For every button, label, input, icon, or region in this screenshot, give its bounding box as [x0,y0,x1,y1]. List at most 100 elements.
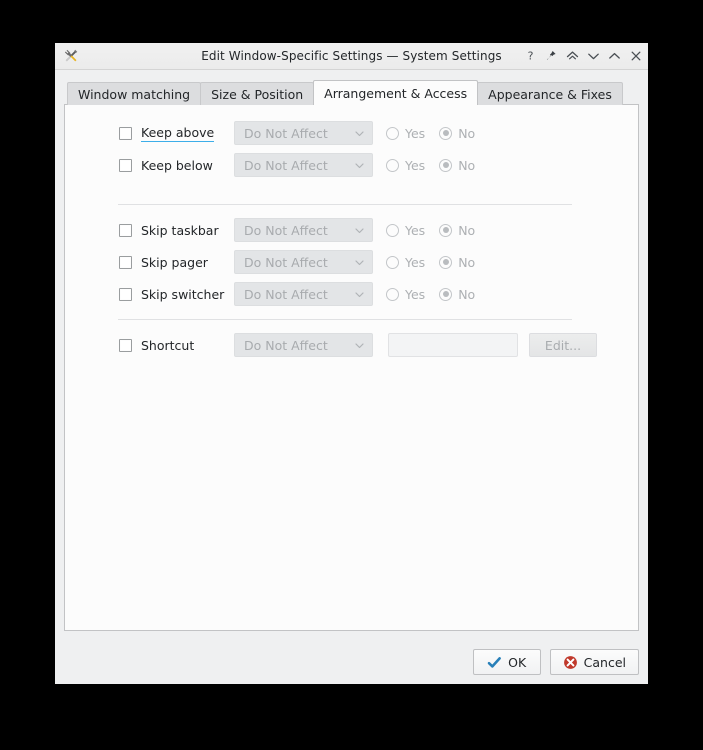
svg-text:?: ? [528,50,534,62]
label-keep-above: Keep above [141,124,215,142]
help-button[interactable]: ? [524,48,537,64]
radio-no-keep-below[interactable] [439,158,453,172]
tab-window-matching[interactable]: Window matching [67,82,202,105]
radio-no-keep-above[interactable] [439,126,453,140]
combo-value-skip-switcher: Do Not Affect [244,286,328,302]
radio-yes-skip-pager[interactable] [386,255,399,269]
chevron-down-icon [354,289,365,300]
titlebar-buttons: ? [524,48,642,64]
radio-label-yes: Yes [405,254,426,270]
radio-label-no: No [458,157,476,173]
label-keep-below: Keep below [141,157,213,173]
radio-item-yes-skip-taskbar[interactable]: Yes [386,223,425,238]
checkbox-shortcut[interactable] [119,338,132,352]
chevron-down-icon [354,160,365,171]
ok-button-label: OK [508,654,527,670]
radio-group-keep-above: Yes No [386,126,475,141]
tools-icon [62,47,80,65]
chevron-down-icon [354,225,365,236]
combo-skip-pager[interactable]: Do Not Affect [234,250,373,274]
label-skip-taskbar: Skip taskbar [141,222,219,238]
settings-form: Keep above Do Not Affect Yes No Keep bel… [65,105,638,361]
titlebar: Edit Window-Specific Settings — System S… [55,43,648,70]
combo-value-keep-above: Do Not Affect [244,125,328,141]
radio-yes-keep-below[interactable] [386,158,399,172]
ok-button[interactable]: OK [472,649,541,675]
radio-no-skip-pager[interactable] [439,255,453,269]
radio-item-no-skip-taskbar[interactable]: No [439,223,475,238]
radio-group-skip-taskbar: Yes No [386,223,475,238]
tabbar: Window matching Size & Position Arrangem… [67,80,639,105]
radio-label-no: No [458,125,476,141]
row-keep-above: Keep above Do Not Affect Yes No [65,117,638,149]
window-body: Window matching Size & Position Arrangem… [55,70,648,640]
radio-item-yes-skip-switcher[interactable]: Yes [386,287,425,302]
checkbox-cell-skip-taskbar[interactable]: Skip taskbar [119,223,229,238]
chevron-down-icon [354,128,365,139]
label-shortcut: Shortcut [141,337,195,353]
row-skip-switcher: Skip switcher Do Not Affect Yes No [65,278,638,310]
tab-appearance-and-fixes[interactable]: Appearance & Fixes [477,82,623,105]
chevron-down-icon [354,257,365,268]
combo-keep-below[interactable]: Do Not Affect [234,153,373,177]
tab-size-and-position[interactable]: Size & Position [200,82,315,105]
check-icon [487,656,502,668]
edit-shortcut-button[interactable]: Edit... [529,333,597,357]
radio-label-yes: Yes [405,286,426,302]
row-skip-pager: Skip pager Do Not Affect Yes No [65,246,638,278]
separator-bottom [118,319,572,320]
checkbox-skip-pager[interactable] [119,255,132,269]
radio-label-yes: Yes [405,157,426,173]
edit-window-specific-settings-dialog: Edit Window-Specific Settings — System S… [55,43,648,684]
radio-no-skip-switcher[interactable] [439,287,453,301]
tab-arrangement-and-access[interactable]: Arrangement & Access [313,80,479,105]
radio-yes-skip-taskbar[interactable] [386,223,399,237]
radio-item-no-keep-above[interactable]: No [439,126,475,141]
checkbox-skip-switcher[interactable] [119,287,132,301]
label-skip-pager: Skip pager [141,254,208,270]
radio-item-no-skip-switcher[interactable]: No [439,287,475,302]
keep-above-pin-button[interactable] [545,48,558,64]
radio-label-yes: Yes [405,125,426,141]
radio-yes-skip-switcher[interactable] [386,287,399,301]
radio-label-no: No [458,286,476,302]
chevron-down-icon [354,340,365,351]
radio-item-yes-keep-above[interactable]: Yes [386,126,425,141]
combo-skip-switcher[interactable]: Do Not Affect [234,282,373,306]
row-skip-taskbar: Skip taskbar Do Not Affect Yes No [65,214,638,246]
combo-skip-taskbar[interactable]: Do Not Affect [234,218,373,242]
combo-value-keep-below: Do Not Affect [244,157,328,173]
tab-panel-arrangement-and-access: Keep above Do Not Affect Yes No Keep bel… [64,104,639,631]
checkbox-skip-taskbar[interactable] [119,223,132,237]
radio-no-skip-taskbar[interactable] [439,223,453,237]
checkbox-cell-skip-pager[interactable]: Skip pager [119,255,229,270]
row-keep-below: Keep below Do Not Affect Yes No [65,149,638,181]
radio-yes-keep-above[interactable] [386,126,399,140]
radio-item-yes-keep-below[interactable]: Yes [386,158,425,173]
radio-label-yes: Yes [405,222,426,238]
radio-item-no-skip-pager[interactable]: No [439,255,475,270]
radio-label-no: No [458,222,476,238]
checkbox-cell-keep-below[interactable]: Keep below [119,158,229,173]
close-button[interactable] [629,48,642,64]
combo-value-shortcut: Do Not Affect [244,337,328,353]
combo-shortcut[interactable]: Do Not Affect [234,333,373,357]
shortcut-input[interactable] [388,333,518,357]
minimize-button[interactable] [587,48,600,64]
maximize-button[interactable] [608,48,621,64]
checkbox-cell-keep-above[interactable]: Keep above [119,125,229,142]
cancel-button[interactable]: Cancel [549,649,639,675]
radio-group-skip-pager: Yes No [386,255,475,270]
combo-value-skip-taskbar: Do Not Affect [244,222,328,238]
shade-button[interactable] [566,48,579,64]
radio-item-yes-skip-pager[interactable]: Yes [386,255,425,270]
checkbox-cell-shortcut[interactable]: Shortcut [119,338,229,353]
combo-keep-above[interactable]: Do Not Affect [234,121,373,145]
checkbox-keep-below[interactable] [119,158,132,172]
cancel-button-label: Cancel [583,654,626,670]
checkbox-keep-above[interactable] [119,126,132,140]
checkbox-cell-skip-switcher[interactable]: Skip switcher [119,287,229,302]
radio-item-no-keep-below[interactable]: No [439,158,475,173]
separator-top [118,204,572,205]
